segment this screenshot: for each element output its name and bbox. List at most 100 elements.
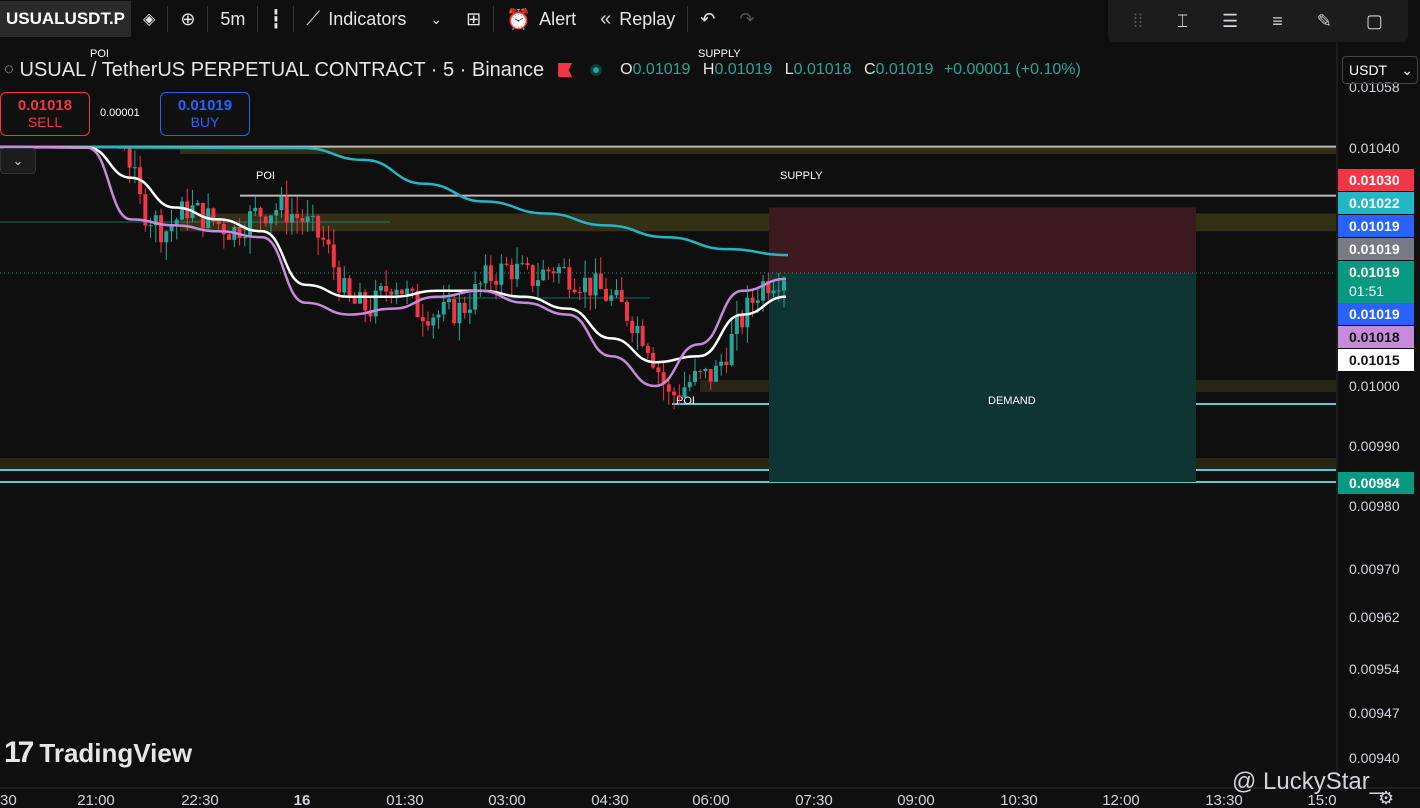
candle-body: [300, 218, 305, 223]
candle-body: [682, 387, 687, 398]
candle-body: [614, 289, 619, 296]
author-signature: @ LuckyStar_: [1232, 768, 1384, 795]
low-value: 0.01018: [793, 61, 852, 78]
candle-body: [719, 361, 724, 366]
candle-body: [488, 265, 493, 282]
y-tick-label: 0.01000: [1349, 378, 1400, 394]
candle-body: [295, 214, 300, 219]
add-compare-icon[interactable]: ⊕: [168, 0, 207, 38]
candle-style-icon[interactable]: ┇: [258, 0, 293, 38]
high-value: 0.01019: [714, 61, 773, 78]
candle-body: [724, 361, 729, 366]
brush-tool-icon[interactable]: ✎: [1317, 11, 1332, 32]
candle-body: [672, 391, 677, 396]
candle-body: [745, 297, 750, 328]
buy-button[interactable]: 0.01019 BUY: [160, 92, 250, 136]
alert-button[interactable]: ⏰ Alert: [494, 0, 588, 38]
candle-body: [394, 289, 399, 295]
y-tick-label: 0.00980: [1349, 498, 1400, 514]
candle-body: [321, 237, 326, 240]
price-label-text: 0.00984: [1349, 475, 1400, 491]
market-status-icon: [590, 64, 603, 76]
candle-body: [342, 278, 347, 293]
candle-body: [305, 216, 310, 223]
redo-icon[interactable]: ↷: [727, 0, 766, 38]
watermark-text: TradingView: [39, 737, 193, 768]
candle-body: [562, 267, 567, 269]
drag-handle-icon[interactable]: ⁞⁞: [1133, 11, 1143, 32]
y-tick-label: 0.00962: [1349, 609, 1400, 625]
currency-label: USDT: [1349, 62, 1388, 78]
candle-body: [227, 234, 232, 240]
candle-body: [734, 315, 739, 334]
sell-button[interactable]: 0.01018 SELL: [0, 92, 90, 136]
candle-body: [729, 333, 734, 366]
candle-body: [651, 352, 656, 368]
candle-body: [195, 202, 200, 206]
symbol-search[interactable]: USUALUSDT.P: [0, 1, 132, 37]
ema-mid-line: [0, 145, 787, 364]
candle-body: [698, 370, 703, 372]
long-position-tool-icon[interactable]: ≡: [1272, 11, 1283, 32]
sell-label: SELL: [27, 114, 63, 130]
candle-body: [268, 215, 273, 224]
candle-body: [420, 317, 425, 322]
price-label-text: 0.01015: [1349, 352, 1400, 368]
candle-body: [483, 265, 488, 284]
candle-body: [410, 288, 415, 291]
candle-body: [666, 384, 671, 392]
open-value: 0.01019: [632, 61, 691, 78]
candle-body: [452, 298, 457, 324]
cursor-tool-icon[interactable]: ⌶: [1177, 11, 1188, 32]
alarm-clock-icon: ⏰: [506, 8, 532, 31]
candle-body: [457, 302, 462, 324]
y-tick-label: 0.01040: [1349, 140, 1400, 156]
candle-body: [248, 211, 253, 238]
candle-body: [279, 196, 284, 211]
high-key: H: [702, 61, 715, 78]
replay-button[interactable]: « Replay: [588, 0, 687, 38]
candle-body: [352, 297, 357, 304]
price-label-text: 0.01018: [1349, 329, 1400, 345]
y-tick-label: 0.00947: [1349, 705, 1400, 721]
undo-icon[interactable]: ↶: [688, 0, 727, 38]
x-tick-label: 12:00: [1102, 792, 1140, 808]
collapse-legend-button[interactable]: ⌄: [0, 148, 36, 174]
indicators-button[interactable]: ⟋ Indicators ⌄: [294, 0, 454, 38]
flag-icon[interactable]: [558, 63, 573, 77]
supply-demand-zone: [180, 147, 1336, 154]
x-tick-label: 06:00: [692, 792, 730, 808]
interval-button[interactable]: 5m: [208, 0, 257, 38]
ohlc-values: O0.01019 H0.01019 L0.01018 C0.01019 +0.0…: [612, 61, 1081, 79]
candle-body: [593, 273, 598, 296]
candle-body: [284, 196, 289, 223]
candle-body: [373, 290, 378, 317]
candle-body: [242, 237, 247, 239]
candle-body: [525, 263, 530, 266]
candle-body: [624, 301, 629, 321]
candle-body: [520, 263, 525, 265]
alert-label: Alert: [539, 8, 577, 29]
indicators-label: Indicators: [328, 8, 407, 29]
candle-body: [604, 288, 609, 301]
candle-body: [583, 277, 588, 293]
currency-select[interactable]: USDT ⌄: [1342, 56, 1418, 84]
tradingview-logo-icon: 17: [4, 736, 34, 769]
diamond-icon[interactable]: ◈: [131, 0, 167, 38]
candle-body: [467, 309, 472, 313]
candle-body: [127, 148, 132, 168]
x-tick-label: 30: [0, 792, 17, 808]
ema-fast-line: [0, 145, 787, 388]
price-label-text: 0.01019: [1349, 218, 1400, 234]
tradingview-logo: 17 TradingView: [4, 736, 192, 770]
candle-body: [572, 289, 577, 293]
indicators-icon: ⟋: [306, 7, 321, 30]
y-tick-label: 0.00990: [1349, 438, 1400, 454]
candle-body: [556, 267, 561, 274]
spread-value: 0.00001: [100, 107, 140, 119]
rectangle-tool-icon[interactable]: ▢: [1366, 11, 1383, 32]
layouts-icon[interactable]: ⊞: [454, 0, 493, 38]
fib-tool-icon[interactable]: ☰: [1222, 11, 1238, 32]
buy-price: 0.01019: [177, 97, 233, 114]
zone-label: DEMAND: [988, 395, 1036, 407]
